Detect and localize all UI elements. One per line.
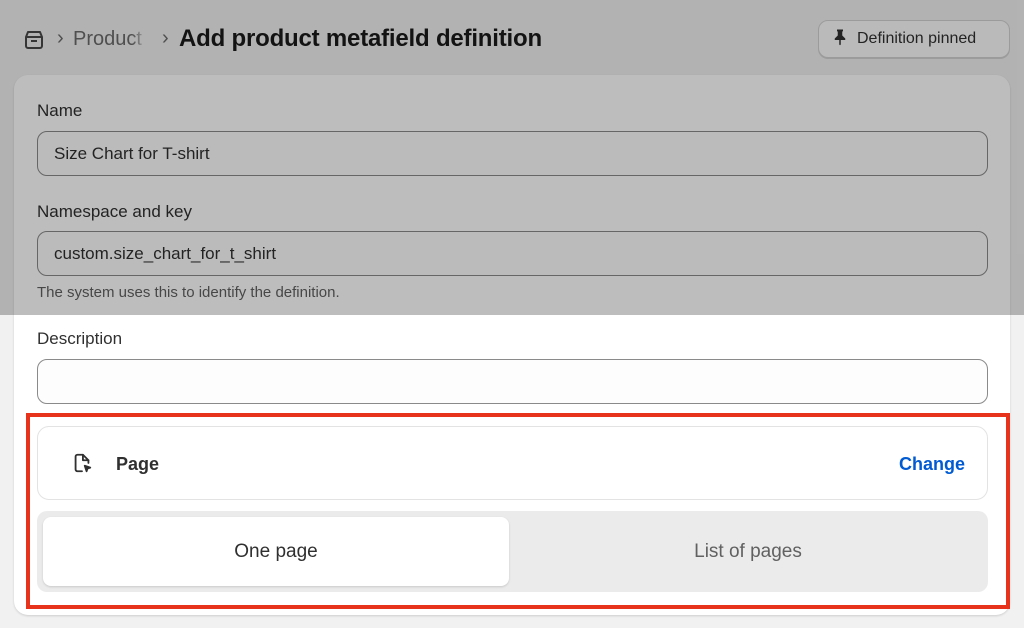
store-icon[interactable] xyxy=(22,28,46,52)
page-header: › Product › Add product metafield defini… xyxy=(0,0,1024,76)
namespace-key-value: custom.size_chart_for_t_shirt xyxy=(54,243,277,263)
name-input[interactable]: Size Chart for T-shirt xyxy=(37,131,988,176)
pin-icon xyxy=(831,28,849,51)
breadcrumb-separator: › xyxy=(57,27,64,49)
namespace-key-input[interactable]: custom.size_chart_for_t_shirt xyxy=(37,231,988,276)
breadcrumb-product[interactable]: Product xyxy=(73,28,147,51)
namespace-key-label: Namespace and key xyxy=(37,202,192,221)
pin-button-label: Definition pinned xyxy=(857,30,977,47)
name-label: Name xyxy=(37,101,83,120)
highlight-annotation xyxy=(26,413,1010,609)
description-label: Description xyxy=(37,329,123,348)
page-title: Add product metafield definition xyxy=(179,25,542,52)
definition-pinned-button[interactable]: Definition pinned xyxy=(818,20,1010,58)
namespace-key-help: The system uses this to identify the def… xyxy=(37,284,340,301)
description-input[interactable] xyxy=(37,359,988,404)
name-input-value: Size Chart for T-shirt xyxy=(54,143,210,163)
breadcrumb-separator: › xyxy=(162,27,169,49)
